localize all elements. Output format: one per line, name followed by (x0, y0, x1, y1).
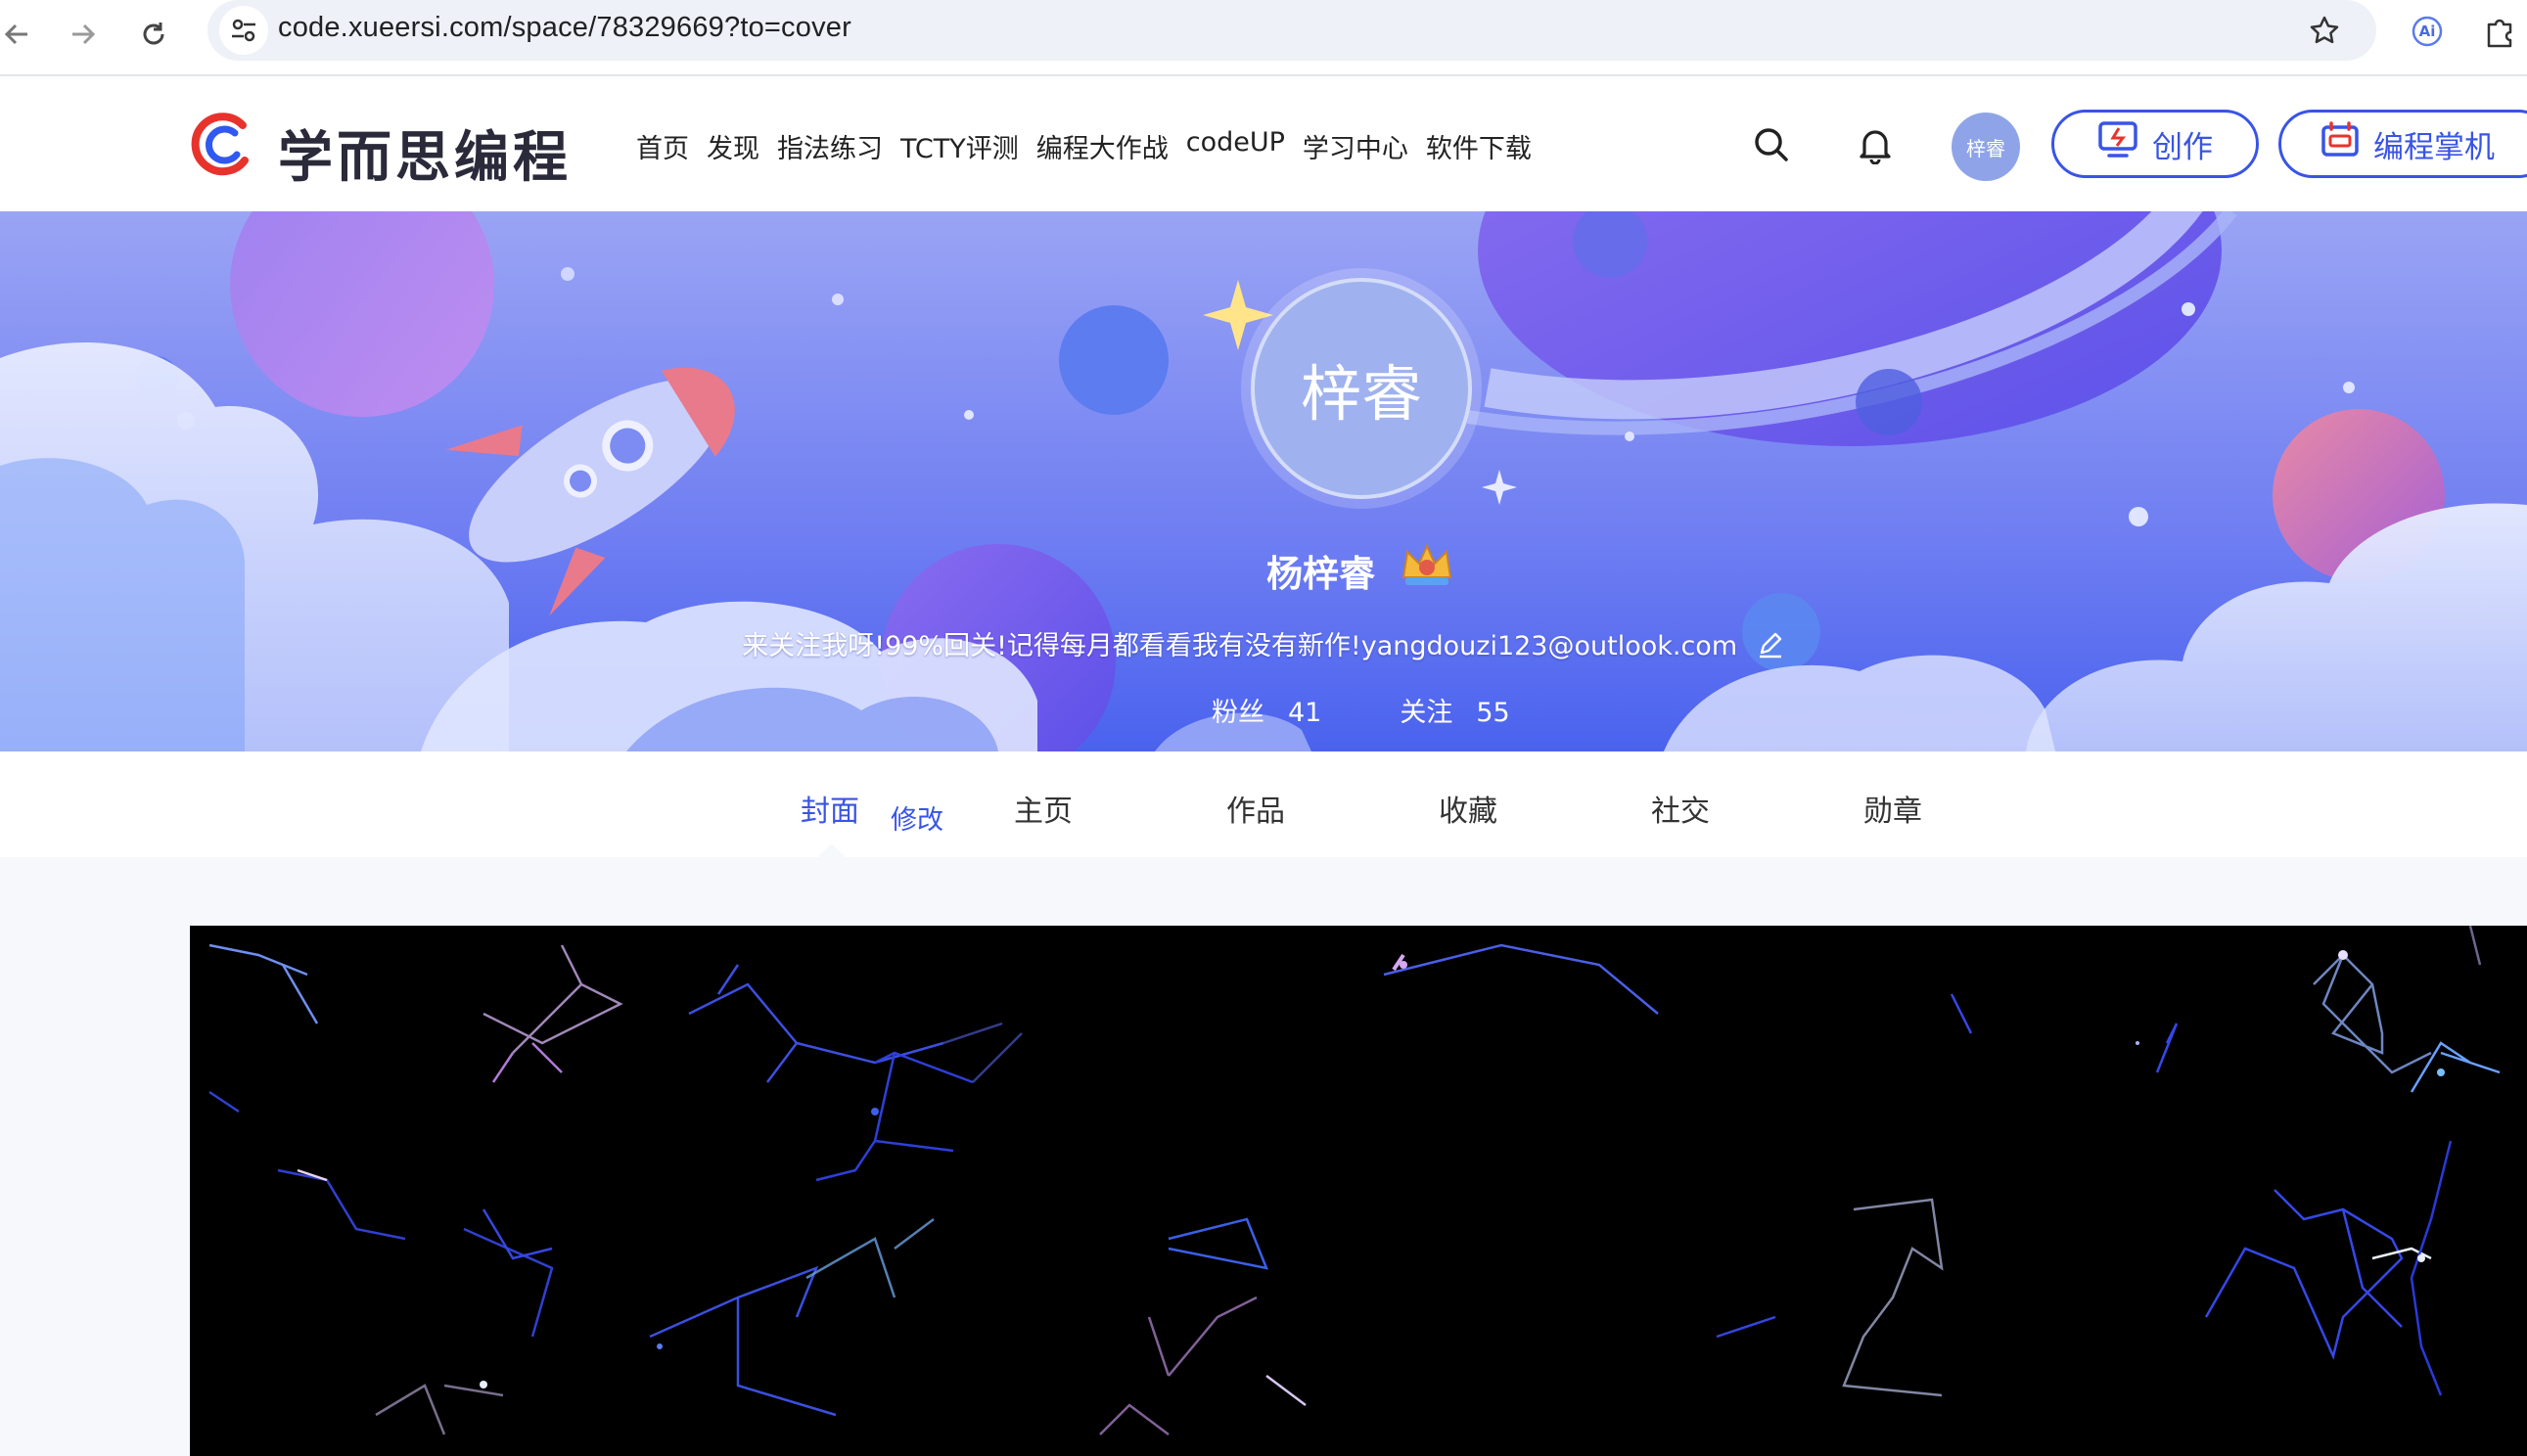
ai-extension-label: Ai (2418, 23, 2436, 40)
tab-works[interactable]: 作品 (1226, 787, 1285, 830)
bio-text: 来关注我呀!99%回关!记得每月都看看我有没有新作!yangdouzi123@o… (742, 631, 1738, 661)
search-icon[interactable] (1746, 119, 1797, 170)
url-text[interactable]: code.xueersi.com/space/78329669?to=cover (278, 12, 851, 44)
edit-bio-icon[interactable] (1756, 629, 1785, 665)
create-icon (2097, 120, 2138, 167)
nav-link-tcty[interactable]: TCTY评测 (900, 127, 1019, 165)
handheld-button[interactable]: 编程掌机 (2278, 110, 2527, 178)
fans-stat[interactable]: 粉丝 41 (1212, 691, 1321, 729)
cover-work-canvas[interactable] (190, 926, 2527, 1456)
back-icon[interactable] (0, 10, 41, 59)
create-label: 创作 (2152, 129, 2213, 165)
xueersi-logo-icon[interactable] (186, 110, 256, 180)
follow-label: 关注 (1400, 698, 1453, 728)
site-header: 学而思编程 首页 发现 指法练习 TCTY评测 编程大作战 codeUP 学习中… (0, 76, 2527, 211)
profile-banner: 梓睿 杨梓睿 来关注我呀!99%回关!记得每月都看看我有没有新作!yangdou… (0, 211, 2527, 751)
fans-label: 粉丝 (1212, 698, 1264, 728)
tab-medals[interactable]: 勋章 (1863, 787, 1922, 830)
space-banner-illustration (0, 211, 2527, 751)
forward-icon[interactable] (59, 10, 108, 59)
bell-icon[interactable] (1850, 119, 1901, 170)
handheld-icon (2320, 120, 2360, 167)
profile-tabs: 封面 修改 主页 作品 收藏 社交 勋章 (0, 751, 2527, 857)
tab-cover[interactable]: 封面 (801, 787, 859, 830)
tab-social[interactable]: 社交 (1651, 787, 1710, 830)
tab-home[interactable]: 主页 (1014, 787, 1073, 830)
follow-count: 55 (1476, 698, 1510, 728)
active-tab-indicator (818, 843, 846, 857)
bookmark-star-icon[interactable] (2302, 8, 2347, 53)
reload-icon[interactable] (129, 10, 178, 59)
create-button[interactable]: 创作 (2051, 110, 2259, 178)
profile-stats: 粉丝 41 关注 55 (1212, 691, 1510, 729)
edit-cover-link[interactable]: 修改 (891, 798, 943, 837)
nav-link-learning[interactable]: 学习中心 (1303, 127, 1408, 165)
user-avatar[interactable]: 梓睿 (1952, 113, 2020, 181)
ai-extension-icon[interactable]: Ai (2404, 8, 2451, 55)
nav-link-discover[interactable]: 发现 (707, 127, 759, 165)
logo-text[interactable]: 学而思编程 (278, 114, 572, 193)
nav-link-typing[interactable]: 指法练习 (777, 127, 883, 165)
nav-link-home[interactable]: 首页 (636, 127, 689, 165)
site-info-icon[interactable] (219, 6, 268, 55)
browser-toolbar: code.xueersi.com/space/78329669?to=cover… (0, 0, 2527, 76)
fans-count: 41 (1288, 698, 1322, 728)
follow-stat[interactable]: 关注 55 (1400, 691, 1509, 729)
address-bar[interactable]: code.xueersi.com/space/78329669?to=cover (207, 0, 2376, 61)
nav-link-download[interactable]: 软件下载 (1426, 127, 1532, 165)
nav-link-codeup[interactable]: codeUP (1186, 127, 1285, 165)
profile-avatar[interactable]: 梓睿 (1251, 278, 1472, 499)
crown-badge-icon[interactable] (1398, 540, 1456, 589)
tab-favorites[interactable]: 收藏 (1439, 787, 1497, 830)
extensions-puzzle-icon[interactable] (2476, 8, 2523, 55)
profile-bio: 来关注我呀!99%回关!记得每月都看看我有没有新作!yangdouzi123@o… (0, 624, 2527, 665)
main-nav: 首页 发现 指法练习 TCTY评测 编程大作战 codeUP 学习中心 软件下载 (636, 127, 1532, 165)
nav-link-battle[interactable]: 编程大作战 (1036, 127, 1169, 165)
particle-network-artwork (208, 926, 2501, 1435)
handheld-label: 编程掌机 (2373, 129, 2495, 165)
profile-name: 杨梓睿 (1266, 553, 1375, 595)
